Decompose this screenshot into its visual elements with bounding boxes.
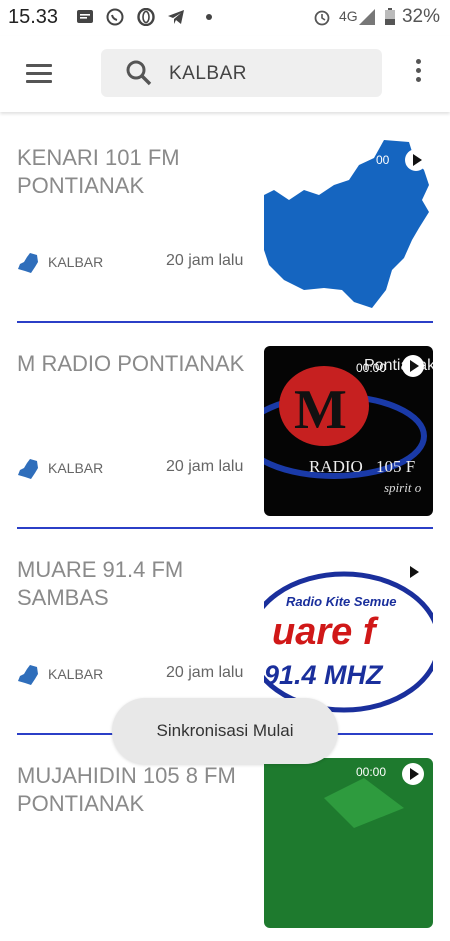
app-bar: KALBAR — [0, 36, 450, 112]
battery-icon — [385, 8, 395, 25]
more-options-icon[interactable] — [412, 59, 424, 89]
menu-icon[interactable] — [26, 64, 52, 84]
kalbar-map-icon — [18, 459, 38, 479]
alarm-icon — [314, 10, 330, 26]
station-thumbnail[interactable]: M RADIO 105 F spirit o Pontianak 00:00 — [264, 346, 433, 516]
svg-text:00: 00 — [376, 153, 390, 167]
toast-text: Sinkronisasi Mulai — [156, 721, 294, 740]
kalbar-map-icon — [18, 253, 38, 273]
status-time: 15.33 — [8, 6, 59, 28]
m-radio-logo: M RADIO 105 F spirit o Pontianak 00:00 — [264, 346, 433, 516]
search-bar[interactable]: KALBAR — [101, 49, 382, 97]
search-query: KALBAR — [169, 63, 247, 84]
station-thumbnail[interactable]: Radio Kite Semue uare f 91.4 MHZ — [264, 552, 433, 722]
dot-icon — [206, 14, 212, 20]
network-type: 4G — [339, 8, 358, 24]
region-tag: KALBAR — [48, 254, 104, 270]
kalbar-map-image: 00 — [264, 140, 433, 310]
station-thumbnail[interactable]: 00 — [264, 140, 433, 310]
svg-text:uare f: uare f — [272, 611, 379, 653]
station-name: MUJAHIDIN 105 8 FM PONTIANAK — [17, 763, 236, 816]
separator — [17, 527, 433, 529]
list-item[interactable]: KENARI 101 FM PONTIANAK KALBAR 20 jam la… — [0, 118, 450, 323]
region-tag: KALBAR — [48, 460, 104, 476]
opera-icon — [137, 8, 155, 26]
svg-text:Radio Kite Semue: Radio Kite Semue — [286, 594, 397, 609]
sync-toast: Sinkronisasi Mulai — [112, 698, 338, 764]
kalbar-map-icon — [18, 665, 38, 685]
muare-logo: Radio Kite Semue uare f 91.4 MHZ — [264, 552, 433, 722]
timestamp: 20 jam lalu — [166, 664, 244, 681]
list-item[interactable]: MUJAHIDIN 105 8 FM PONTIANAK 00:00 — [0, 736, 450, 941]
svg-text:spirit o: spirit o — [384, 480, 422, 495]
svg-text:00:00: 00:00 — [356, 765, 386, 779]
timestamp: 20 jam lalu — [166, 458, 244, 475]
station-name: MUARE 91.4 FM SAMBAS — [17, 557, 184, 610]
messages-icon — [77, 10, 93, 23]
whatsapp-icon — [106, 8, 124, 26]
svg-text:91.4 MHZ: 91.4 MHZ — [264, 660, 384, 690]
green-logo: 00:00 — [264, 758, 433, 928]
svg-text:RADIO: RADIO — [309, 457, 363, 476]
station-name: M RADIO PONTIANAK — [17, 351, 245, 376]
timestamp: 20 jam lalu — [166, 252, 244, 269]
list-item[interactable]: M RADIO PONTIANAK KALBAR 20 jam lalu M R… — [0, 324, 450, 529]
svg-text:105 F: 105 F — [376, 457, 415, 476]
battery-level: 32% — [401, 6, 440, 27]
region-tag: KALBAR — [48, 666, 104, 682]
svg-text:M: M — [294, 379, 347, 441]
signal-icon — [359, 9, 375, 25]
separator — [17, 321, 433, 323]
telegram-icon — [168, 10, 184, 24]
search-icon — [126, 60, 152, 86]
station-thumbnail[interactable]: 00:00 — [264, 758, 433, 928]
station-name: KENARI 101 FM PONTIANAK — [17, 145, 180, 198]
status-bar: 15.33 4G 32% — [0, 0, 450, 36]
svg-text:00:00: 00:00 — [356, 361, 386, 375]
